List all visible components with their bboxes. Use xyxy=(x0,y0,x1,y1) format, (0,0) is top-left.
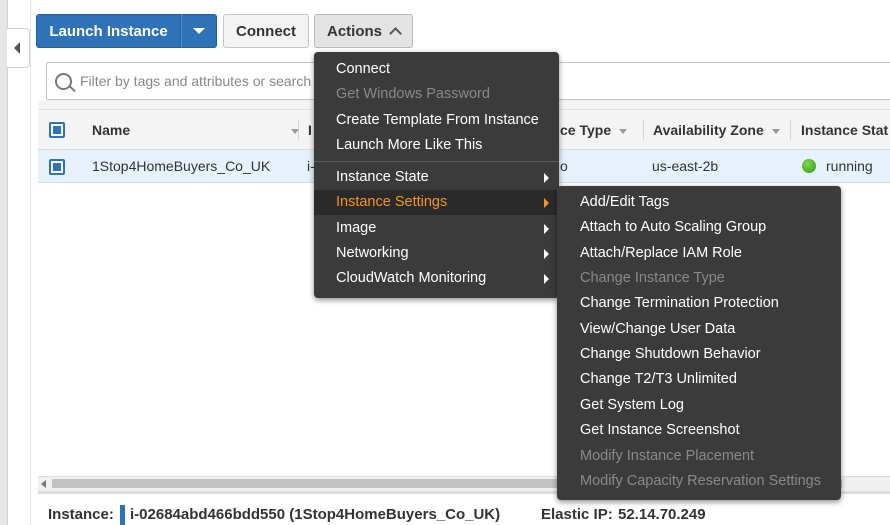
submenu-attach-iam-role[interactable]: Attach/Replace IAM Role xyxy=(557,241,841,266)
chevron-left-icon xyxy=(14,42,20,54)
column-name[interactable]: Name xyxy=(92,110,130,150)
column-availability-zone[interactable]: Availability Zone xyxy=(653,110,780,150)
launch-instance-dropdown-button[interactable] xyxy=(181,14,217,48)
content-border xyxy=(30,0,31,525)
menu-item-get-windows-password: Get Windows Password xyxy=(314,82,559,107)
menu-item-label: Attach to Auto Scaling Group xyxy=(580,219,767,235)
submenu-instance-screenshot[interactable]: Get Instance Screenshot xyxy=(557,418,841,443)
submenu-change-instance-type: Change Instance Type xyxy=(557,266,841,291)
submenu-user-data[interactable]: View/Change User Data xyxy=(557,317,841,342)
menu-item-connect[interactable]: Connect xyxy=(314,57,559,82)
scroll-left-icon[interactable] xyxy=(41,480,46,488)
submenu-shutdown-behavior[interactable]: Change Shutdown Behavior xyxy=(557,342,841,367)
menu-item-image[interactable]: Image xyxy=(314,216,559,241)
instance-settings-submenu: Add/Edit Tags Attach to Auto Scaling Gro… xyxy=(557,186,841,500)
details-eip-value: 52.14.70.249 xyxy=(618,506,706,523)
chevron-right-icon xyxy=(544,173,549,183)
chevron-right-icon xyxy=(544,224,549,234)
submenu-system-log[interactable]: Get System Log xyxy=(557,393,841,418)
details-instance-value: i-02684abd466bdd550 (1Stop4HomeBuyers_Co… xyxy=(130,506,501,523)
actions-menu: Connect Get Windows Password Create Temp… xyxy=(314,52,559,298)
menu-item-label: Instance State xyxy=(336,169,429,185)
menu-item-label: Get Windows Password xyxy=(336,86,490,102)
column-availability-zone-label: Availability Zone xyxy=(653,122,764,138)
menu-item-create-template[interactable]: Create Template From Instance xyxy=(314,108,559,133)
column-instance-state-label: Instance Stat xyxy=(801,122,889,138)
status-running-icon xyxy=(802,159,816,173)
instance-color-marker xyxy=(120,505,125,525)
menu-divider xyxy=(314,161,559,162)
menu-item-label: Image xyxy=(336,220,377,236)
caret-down-icon xyxy=(193,28,205,34)
actions-label: Actions xyxy=(326,22,382,40)
menu-item-label: Attach/Replace IAM Role xyxy=(580,245,742,261)
column-divider xyxy=(643,120,644,140)
column-instance-id-label: I xyxy=(308,122,312,138)
sort-caret-icon xyxy=(619,128,628,134)
instance-name: 1Stop4HomeBuyers_Co_UK xyxy=(92,158,271,174)
left-panel-edge xyxy=(0,0,8,525)
menu-item-label: Change Termination Protection xyxy=(580,295,779,311)
instance-state: running xyxy=(826,158,873,174)
menu-item-label: Get Instance Screenshot xyxy=(580,422,740,438)
menu-item-label: Connect xyxy=(336,61,391,77)
row-checkbox[interactable] xyxy=(49,159,65,175)
column-instance-type[interactable]: ce Type xyxy=(560,110,628,150)
chevron-up-icon xyxy=(389,27,402,40)
chevron-right-icon xyxy=(544,198,549,208)
menu-item-label: Add/Edit Tags xyxy=(580,194,670,210)
menu-item-launch-more[interactable]: Launch More Like This xyxy=(314,133,559,158)
submenu-attach-asg[interactable]: Attach to Auto Scaling Group xyxy=(557,215,841,240)
column-instance-state[interactable]: Instance Stat xyxy=(801,110,888,150)
column-name-sort[interactable] xyxy=(283,110,299,150)
menu-item-networking[interactable]: Networking xyxy=(314,241,559,266)
availability-zone: us-east-2b xyxy=(652,158,719,174)
select-all-checkbox[interactable] xyxy=(49,122,65,138)
menu-item-label: View/Change User Data xyxy=(580,321,736,337)
details-instance-label: Instance: xyxy=(48,506,114,523)
column-name-label: Name xyxy=(92,122,131,138)
menu-item-label: Get System Log xyxy=(580,397,684,413)
submenu-instance-placement: Modify Instance Placement xyxy=(557,444,841,469)
search-icon xyxy=(55,73,72,90)
chevron-right-icon xyxy=(544,249,549,259)
launch-instance-button[interactable]: Launch Instance xyxy=(36,14,181,48)
column-instance-id[interactable]: I xyxy=(308,110,312,150)
chevron-right-icon xyxy=(544,274,549,284)
column-divider xyxy=(298,120,299,140)
connect-button[interactable]: Connect xyxy=(223,14,309,48)
menu-item-label: Change Instance Type xyxy=(580,270,725,286)
submenu-add-edit-tags[interactable]: Add/Edit Tags xyxy=(557,190,841,215)
submenu-t2t3-unlimited[interactable]: Change T2/T3 Unlimited xyxy=(557,367,841,392)
menu-item-label: Modify Capacity Reservation Settings xyxy=(580,473,821,489)
menu-item-label: Change Shutdown Behavior xyxy=(580,346,761,362)
submenu-termination-protection[interactable]: Change Termination Protection xyxy=(557,291,841,316)
menu-item-cloudwatch[interactable]: CloudWatch Monitoring xyxy=(314,266,559,291)
menu-item-label: Instance Settings xyxy=(336,194,448,210)
sort-caret-icon xyxy=(771,128,780,134)
menu-item-instance-state[interactable]: Instance State xyxy=(314,165,559,190)
actions-button[interactable]: Actions xyxy=(314,14,413,48)
menu-item-label: Launch More Like This xyxy=(336,137,483,153)
menu-item-label: Networking xyxy=(336,245,409,261)
menu-item-label: CloudWatch Monitoring xyxy=(336,270,487,286)
menu-item-label: Modify Instance Placement xyxy=(580,448,755,464)
column-divider xyxy=(790,120,791,140)
collapse-sidebar-button[interactable] xyxy=(7,28,30,68)
column-instance-type-label: ce Type xyxy=(560,122,612,138)
instance-type: o xyxy=(560,158,568,174)
menu-item-instance-settings[interactable]: Instance Settings xyxy=(314,190,559,215)
menu-item-label: Change T2/T3 Unlimited xyxy=(580,371,737,387)
submenu-capacity-reservation: Modify Capacity Reservation Settings xyxy=(557,469,841,494)
details-eip-label: Elastic IP: xyxy=(541,506,613,523)
menu-item-label: Create Template From Instance xyxy=(336,112,539,128)
